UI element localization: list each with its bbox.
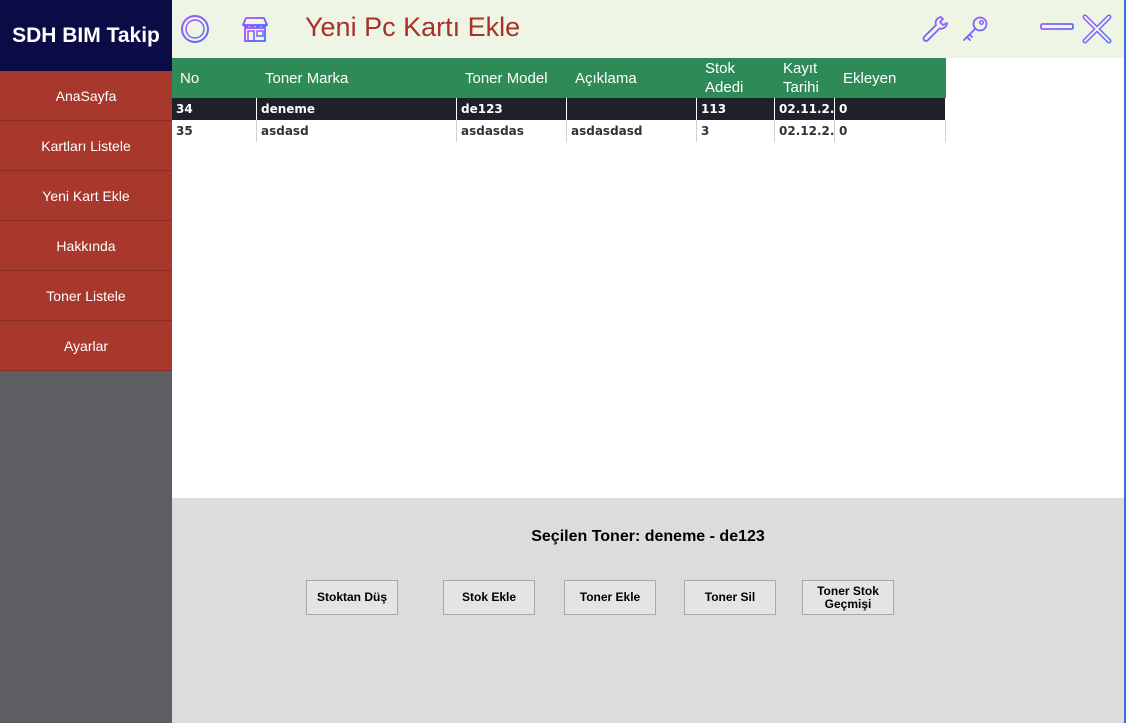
menu-circle-icon[interactable]: [179, 13, 211, 45]
cell-aciklama: [567, 98, 697, 120]
cell-toner-marka: deneme: [257, 98, 457, 120]
column-header-aciklama[interactable]: Açıklama: [567, 58, 697, 98]
selected-toner-label: Seçilen Toner: deneme - de123: [531, 528, 765, 545]
table-row[interactable]: 35 asdasd asdasdas asdasdasd 3 02.12.2..…: [172, 120, 946, 142]
cell-stok-adedi: 3: [697, 120, 775, 142]
cell-toner-model: asdasdas: [457, 120, 567, 142]
sidebar-nav: AnaSayfa Kartları Listele Yeni Kart Ekle…: [0, 71, 172, 371]
key-icon[interactable]: [959, 13, 991, 45]
toner-stok-gecmisi-button[interactable]: Toner Stok Geçmişi: [802, 580, 894, 615]
sidebar-item-anasayfa[interactable]: AnaSayfa: [0, 71, 172, 121]
sidebar-item-hakkinda[interactable]: Hakkında: [0, 221, 172, 271]
column-header-ekleyen[interactable]: Ekleyen: [835, 58, 946, 98]
cell-toner-model: de123: [457, 98, 567, 120]
cell-toner-marka: asdasd: [257, 120, 457, 142]
app-window: SDH BIM Takip AnaSayfa Kartları Listele …: [0, 0, 1124, 723]
toner-table: No Toner Marka Toner Model Açıklama Stok…: [172, 58, 946, 142]
column-header-toner-marka[interactable]: Toner Marka: [257, 58, 457, 98]
wrench-icon[interactable]: [919, 13, 951, 45]
cell-kayit-tarihi: 02.11.2...: [775, 98, 835, 120]
sidebar-item-yeni-kart-ekle[interactable]: Yeni Kart Ekle: [0, 171, 172, 221]
page-title: Yeni Pc Kartı Ekle: [305, 12, 521, 42]
cell-no: 35: [172, 120, 257, 142]
sidebar: SDH BIM Takip AnaSayfa Kartları Listele …: [0, 0, 172, 723]
cell-no: 34: [172, 98, 257, 120]
sidebar-item-toner-listele[interactable]: Toner Listele: [0, 271, 172, 321]
sidebar-item-ayarlar[interactable]: Ayarlar: [0, 321, 172, 371]
store-icon[interactable]: [239, 13, 271, 45]
cell-ekleyen: 0: [835, 98, 946, 120]
stoktan-dus-button[interactable]: Stoktan Düş: [306, 580, 398, 615]
stok-ekle-button[interactable]: Stok Ekle: [443, 580, 535, 615]
column-header-no[interactable]: No: [172, 58, 257, 98]
action-panel: Seçilen Toner: deneme - de123 Stoktan Dü…: [172, 498, 1124, 723]
table-row[interactable]: 34 deneme de123 113 02.11.2... 0: [172, 98, 946, 120]
toner-sil-button[interactable]: Toner Sil: [684, 580, 776, 615]
table-header: No Toner Marka Toner Model Açıklama Stok…: [172, 58, 946, 98]
column-header-stok-adedi[interactable]: Stok Adedi: [697, 58, 775, 98]
header-bar: Yeni Pc Kartı Ekle: [172, 0, 1124, 58]
column-header-toner-model[interactable]: Toner Model: [457, 58, 567, 98]
toner-ekle-button[interactable]: Toner Ekle: [564, 580, 656, 615]
sidebar-item-kartlari-listele[interactable]: Kartları Listele: [0, 121, 172, 171]
column-header-kayit-tarihi[interactable]: Kayıt Tarihi: [775, 58, 835, 98]
cell-kayit-tarihi: 02.12.2...: [775, 120, 835, 142]
minimize-icon[interactable]: [1039, 13, 1074, 45]
cell-stok-adedi: 113: [697, 98, 775, 120]
app-brand: SDH BIM Takip: [0, 0, 172, 71]
cell-ekleyen: 0: [835, 120, 946, 142]
close-icon[interactable]: [1081, 13, 1113, 45]
cell-aciklama: asdasdasd: [567, 120, 697, 142]
